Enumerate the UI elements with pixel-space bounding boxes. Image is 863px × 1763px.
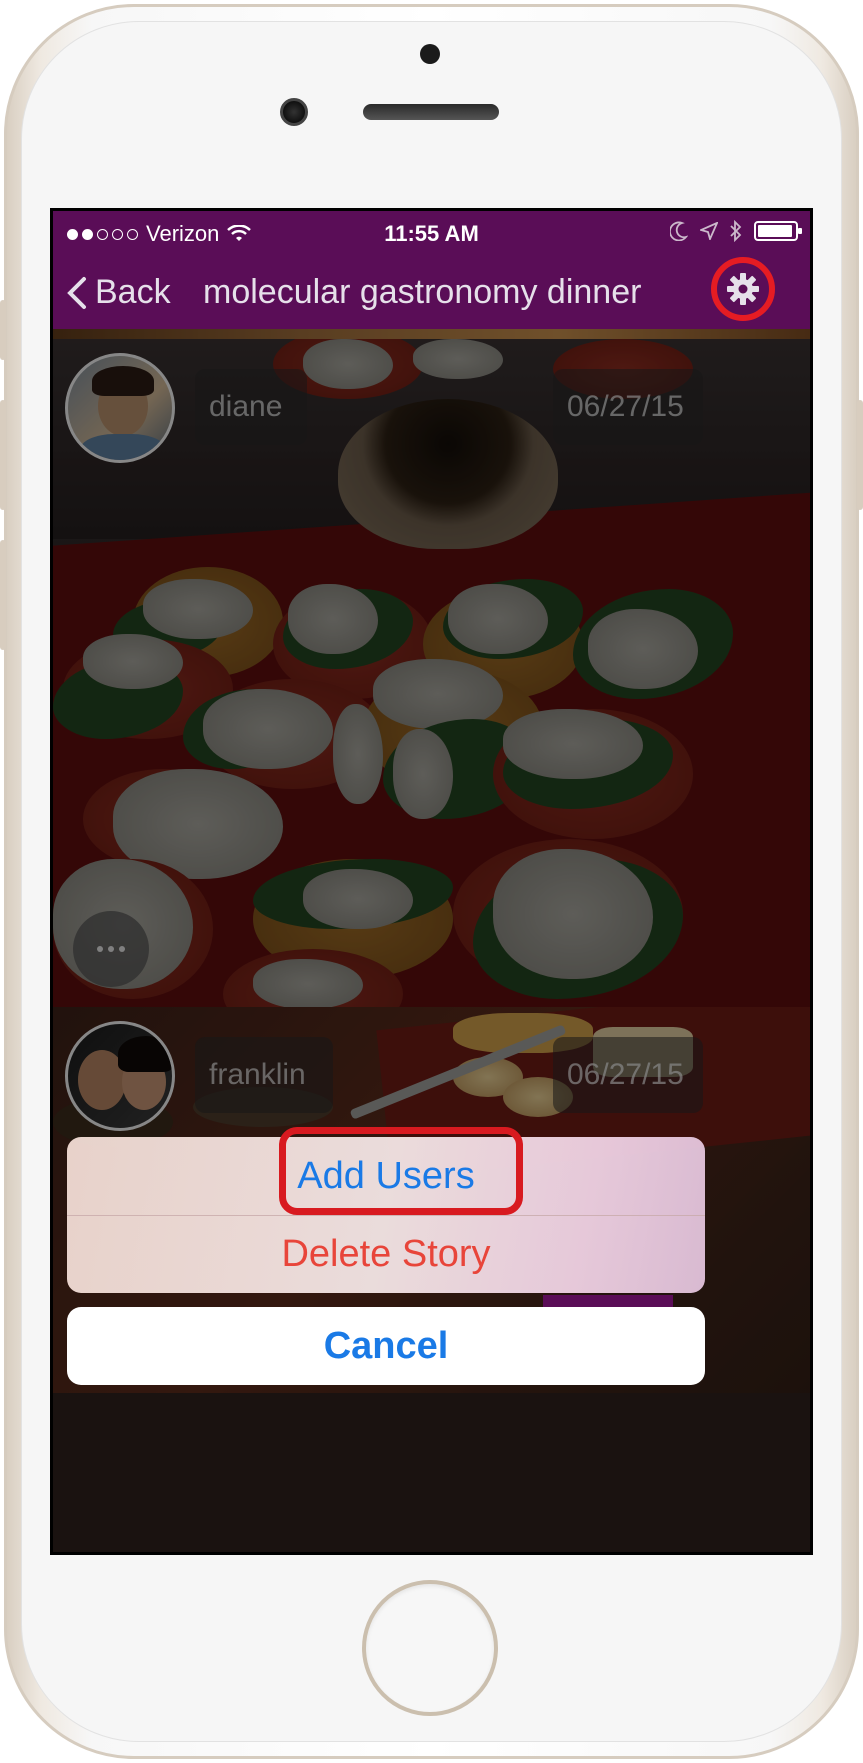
location-arrow-icon xyxy=(700,222,718,240)
delete-story-button[interactable]: Delete Story xyxy=(67,1215,705,1293)
proximity-sensor xyxy=(420,44,440,64)
moon-icon xyxy=(670,221,688,241)
status-right xyxy=(670,220,802,242)
back-label: Back xyxy=(95,273,171,311)
navigation-bar: Back molecular gastronomy dinner xyxy=(53,255,810,329)
back-button[interactable]: Back xyxy=(67,273,171,312)
bluetooth-icon xyxy=(730,220,742,242)
power-button xyxy=(857,400,863,510)
home-button[interactable] xyxy=(362,1580,498,1716)
mute-switch xyxy=(0,300,6,360)
volume-up-button xyxy=(0,400,6,510)
status-bar: Verizon 11:55 AM xyxy=(53,211,810,255)
chevron-left-icon xyxy=(67,276,86,309)
cancel-button[interactable]: Cancel xyxy=(67,1307,705,1385)
front-camera xyxy=(280,98,308,126)
story-title: molecular gastronomy dinner xyxy=(203,273,642,311)
background-photo-sliver xyxy=(53,1393,810,1552)
app-screen: Verizon 11:55 AM Back molecular gastrono… xyxy=(50,208,813,1555)
settings-button[interactable] xyxy=(711,257,775,321)
gear-icon xyxy=(727,273,759,305)
volume-down-button xyxy=(0,540,6,650)
battery-icon xyxy=(754,221,802,241)
earpiece-speaker xyxy=(363,104,499,120)
add-users-highlight xyxy=(279,1127,523,1215)
